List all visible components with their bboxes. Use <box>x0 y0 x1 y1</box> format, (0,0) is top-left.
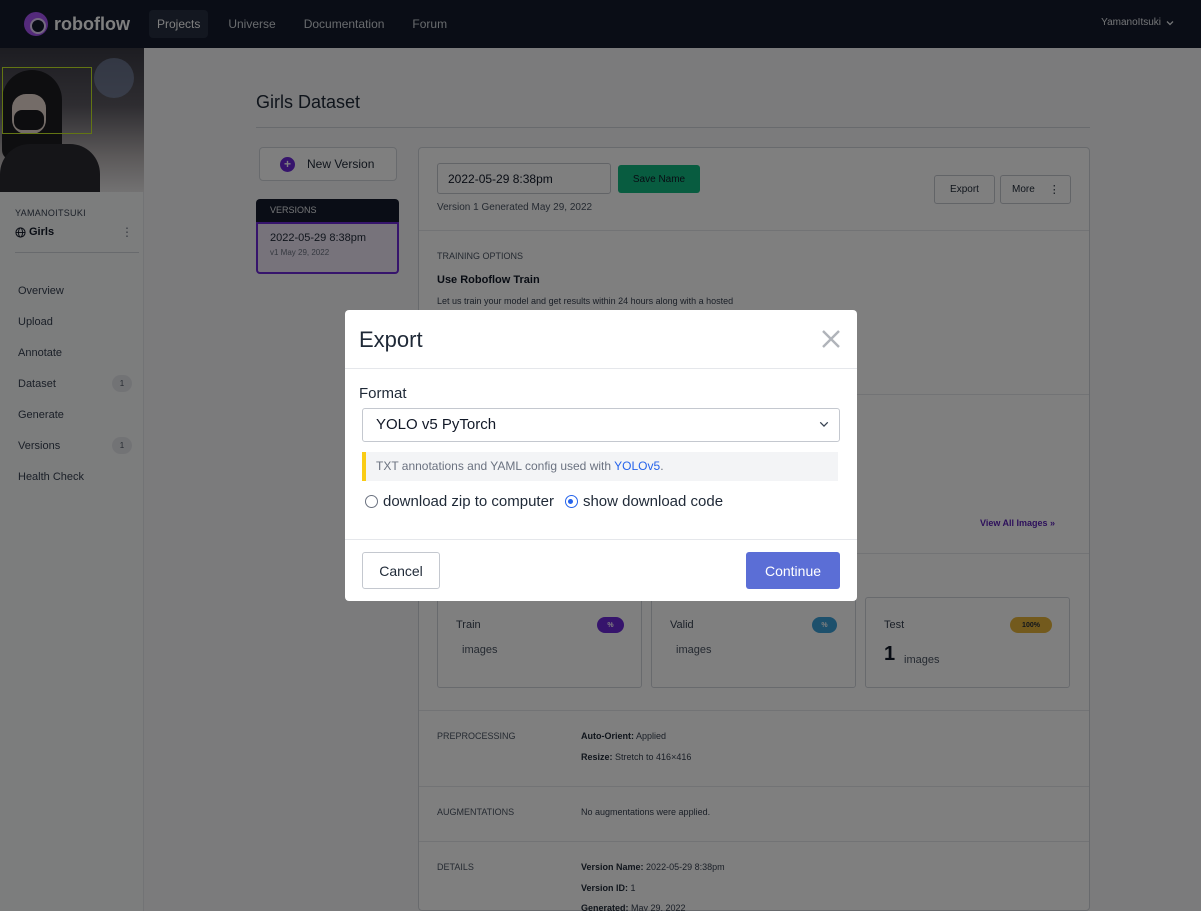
format-select[interactable]: YOLO v5 PyTorch <box>362 408 840 442</box>
chevron-down-icon <box>819 421 829 427</box>
radio-download-zip[interactable] <box>365 495 378 508</box>
hint-text: TXT annotations and YAML config used wit… <box>376 459 615 473</box>
hint-suffix: . <box>660 459 664 473</box>
format-label: Format <box>359 385 407 402</box>
yolov5-link[interactable]: YOLOv5 <box>614 459 660 473</box>
modal-divider <box>345 539 857 540</box>
export-modal: Export Format YOLO v5 PyTorch TXT annota… <box>345 310 857 601</box>
radio-download-zip-label[interactable]: download zip to computer <box>383 493 554 510</box>
format-hint: TXT annotations and YAML config used wit… <box>362 452 838 481</box>
continue-button[interactable]: Continue <box>746 552 840 589</box>
radio-show-code-label[interactable]: show download code <box>583 493 723 510</box>
format-selected-value: YOLO v5 PyTorch <box>376 416 497 433</box>
modal-title: Export <box>359 327 423 352</box>
download-option-group: download zip to computer show download c… <box>365 493 723 510</box>
modal-divider <box>345 368 857 369</box>
cancel-button[interactable]: Cancel <box>362 552 440 589</box>
radio-show-code[interactable] <box>564 495 578 508</box>
close-icon[interactable] <box>820 328 842 350</box>
